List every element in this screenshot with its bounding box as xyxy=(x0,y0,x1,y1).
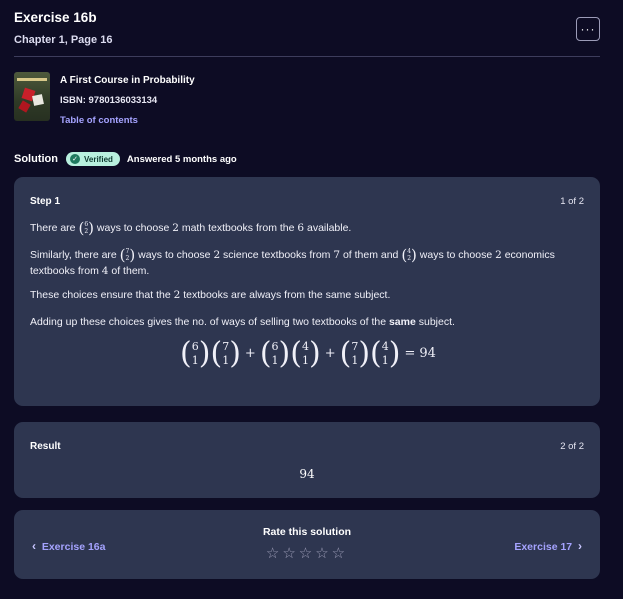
chevron-right-icon: › xyxy=(578,539,582,553)
verified-label: Verified xyxy=(84,154,113,164)
book-panel: A First Course in Probability ISBN: 9780… xyxy=(14,72,195,126)
result-title: Result xyxy=(30,441,61,452)
step-paragraph: Similarly, there are (7 2) ways to choose… xyxy=(30,245,555,277)
table-of-contents-link[interactable]: Table of contents xyxy=(60,115,195,126)
result-card: Result 2 of 2 94 xyxy=(14,422,600,498)
step-card: Step 1 1 of 2 There are (6 2) ways to cho… xyxy=(14,177,600,406)
solution-label: Solution xyxy=(14,153,58,165)
header-divider xyxy=(14,56,600,57)
page-subtitle: Chapter 1, Page 16 xyxy=(14,34,113,46)
check-circle-icon: ✓ xyxy=(70,154,80,164)
step-paragraph: There are (6 2) ways to choose 2 math tex… xyxy=(30,218,352,237)
book-cover-image[interactable] xyxy=(14,72,50,121)
step-paragraph: These choices ensure that the 2 textbook… xyxy=(30,289,391,301)
rating-card: ‹ Exercise 16a Rate this solution ☆☆☆☆☆ … xyxy=(14,510,600,579)
more-options-button[interactable]: ··· xyxy=(576,17,600,41)
binomial: (7 2) xyxy=(119,245,136,264)
answered-time: Answered 5 months ago xyxy=(126,153,237,165)
result-count: 2 of 2 xyxy=(560,441,584,452)
step-formula: (6 1) (7 1) + (6 1) (4 1) + (7 1) (4 1) = 94 xyxy=(180,336,436,371)
binomial: (6 2) xyxy=(78,218,94,237)
next-exercise-label: Exercise 17 xyxy=(514,541,573,553)
step-body: There are (6 2) ways to choose 2 math tex… xyxy=(30,220,586,369)
ellipsis-icon: ··· xyxy=(580,22,596,36)
rate-solution-label: Rate this solution xyxy=(262,526,352,538)
verified-badge: ✓ Verified xyxy=(66,152,120,166)
book-title[interactable]: A First Course in Probability xyxy=(60,75,195,86)
step-title: Step 1 xyxy=(30,196,61,207)
page-title: Exercise 16b xyxy=(14,10,97,25)
next-exercise-link[interactable]: Exercise 17 › xyxy=(514,539,582,553)
step-count: 1 of 2 xyxy=(560,196,584,207)
solution-header: Solution ✓ Verified Answered 5 months ag… xyxy=(14,152,237,166)
binomial: (4 2) xyxy=(401,245,417,264)
star-rating[interactable]: ☆☆☆☆☆ xyxy=(14,544,600,562)
result-value: 94 xyxy=(299,467,315,481)
step-paragraph: Adding up these choices gives the no. of… xyxy=(30,316,455,328)
book-isbn: ISBN: 9780136033134 xyxy=(60,95,158,106)
page-header: Exercise 16b Chapter 1, Page 16 ··· xyxy=(14,10,600,46)
